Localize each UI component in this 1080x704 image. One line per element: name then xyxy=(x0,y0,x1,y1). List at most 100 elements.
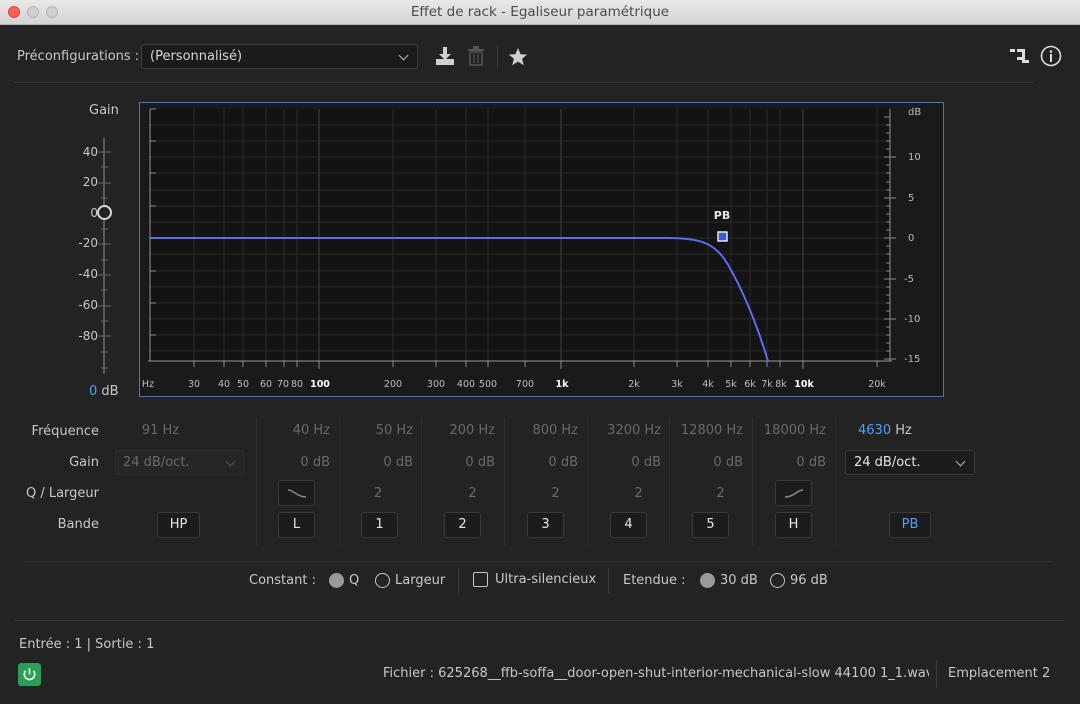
l-shape-button[interactable] xyxy=(278,480,315,506)
hp-slope-value: 24 dB/oct. xyxy=(123,455,190,470)
gain-tick-label: 40 xyxy=(82,145,98,159)
band-2-q[interactable]: 2 xyxy=(425,486,520,501)
column-separator xyxy=(504,418,505,546)
hp-frequency[interactable]: 91 Hz xyxy=(118,423,203,438)
download-icon[interactable] xyxy=(434,46,456,66)
footer-divider xyxy=(936,660,937,688)
h-band-button[interactable]: H xyxy=(775,512,812,538)
chevron-down-icon xyxy=(955,456,966,467)
band-4-q[interactable]: 2 xyxy=(591,486,686,501)
band-5-gain[interactable]: 0 dB xyxy=(673,455,743,470)
pb-frequency-unit: Hz xyxy=(895,423,912,438)
row-label-gain: Gain xyxy=(69,455,99,470)
band-1-gain[interactable]: 0 dB xyxy=(343,455,413,470)
band-3-gain[interactable]: 0 dB xyxy=(508,455,578,470)
l-band-button[interactable]: L xyxy=(278,512,315,538)
pb-node-label: PB xyxy=(714,209,730,222)
gain-slider-ticks xyxy=(98,151,111,369)
ultra-quiet-label[interactable]: Ultra-silencieux xyxy=(495,572,596,587)
presets-label: Préconfigurations : xyxy=(17,49,140,64)
constant-width-label[interactable]: Largeur xyxy=(395,573,445,588)
band-3-frequency[interactable]: 800 Hz xyxy=(508,423,578,438)
band-4-frequency[interactable]: 3200 Hz xyxy=(591,423,661,438)
gain-value[interactable]: 0 xyxy=(89,384,97,399)
l-frequency[interactable]: 40 Hz xyxy=(260,423,330,438)
band-1-frequency[interactable]: 50 Hz xyxy=(343,423,413,438)
constant-q-radio[interactable] xyxy=(329,573,344,588)
range-30db-radio[interactable] xyxy=(700,573,715,588)
right-tick-label: 0 xyxy=(908,233,914,244)
constant-label: Constant : xyxy=(249,573,316,588)
chevron-down-icon xyxy=(398,50,409,61)
column-separator xyxy=(339,418,340,546)
low-shelf-icon xyxy=(287,489,306,498)
l-gain[interactable]: 0 dB xyxy=(260,455,330,470)
column-separator xyxy=(421,418,422,546)
h-shape-button[interactable] xyxy=(775,480,812,506)
band-4-gain[interactable]: 0 dB xyxy=(591,455,661,470)
range-30db-label[interactable]: 30 dB xyxy=(720,573,758,588)
gain-readout: 0 dB xyxy=(89,384,119,399)
hp-slope-select[interactable]: 24 dB/oct. xyxy=(115,450,244,475)
gain-tick-label: -20 xyxy=(78,236,98,250)
freq-tick-label: 4k xyxy=(702,379,714,390)
freq-tick-label: 100 xyxy=(310,379,330,390)
toolbar-divider xyxy=(497,46,498,68)
freq-tick-label: 2k xyxy=(628,379,640,390)
freq-tick-label: 8k xyxy=(775,379,787,390)
column-separator xyxy=(256,418,257,546)
band-2-gain[interactable]: 0 dB xyxy=(425,455,495,470)
h-gain[interactable]: 0 dB xyxy=(756,455,826,470)
freq-tick-label: 80 xyxy=(291,379,303,390)
band-4-button[interactable]: 4 xyxy=(610,512,647,538)
window-title: Effet de rack - Egaliseur paramétrique xyxy=(410,4,670,20)
band-5-frequency[interactable]: 12800 Hz xyxy=(673,423,743,438)
freq-tick-label: 10k xyxy=(794,379,814,390)
range-96db-label[interactable]: 96 dB xyxy=(790,573,828,588)
trash-icon[interactable] xyxy=(467,46,485,66)
eq-graph-canvas[interactable]: PB dB 10 5 0 -5 -10 -15 Hz 30 40 50 60 7… xyxy=(140,103,942,395)
freq-tick-label: 400 xyxy=(457,379,475,390)
band-1-q[interactable]: 2 xyxy=(343,486,413,501)
band-5-q[interactable]: 2 xyxy=(673,486,768,501)
constant-q-label[interactable]: Q xyxy=(349,573,359,588)
range-96db-radio[interactable] xyxy=(770,573,785,588)
gain-tick-label: -60 xyxy=(78,298,98,312)
pb-band-node[interactable] xyxy=(717,231,728,242)
band-5-button[interactable]: 5 xyxy=(692,512,729,538)
pb-band-button[interactable]: PB xyxy=(889,512,931,538)
right-axis-unit: dB xyxy=(908,107,921,118)
presets-select[interactable]: (Personnalisé) xyxy=(141,44,418,69)
column-separator xyxy=(835,418,836,546)
hp-band-button[interactable]: HP xyxy=(157,512,200,538)
info-icon[interactable] xyxy=(1040,45,1062,67)
pb-slope-value: 24 dB/oct. xyxy=(854,455,921,470)
column-separator xyxy=(752,418,753,546)
band-2-frequency[interactable]: 200 Hz xyxy=(425,423,495,438)
rack-effect-window: Effet de rack - Egaliseur paramétrique P… xyxy=(0,0,1080,704)
ultra-quiet-checkbox[interactable] xyxy=(473,572,488,587)
row-label-q-width: Q / Largeur xyxy=(25,486,99,501)
slot-label: Emplacement 2 xyxy=(948,666,1051,681)
band-2-button[interactable]: 2 xyxy=(444,512,481,538)
routing-icon[interactable] xyxy=(1009,46,1031,66)
gain-slider-title: Gain xyxy=(89,103,119,118)
freq-tick-label: 5k xyxy=(725,379,737,390)
power-button[interactable] xyxy=(18,663,41,686)
h-frequency[interactable]: 18000 Hz xyxy=(756,423,826,438)
gain-slider-handle[interactable] xyxy=(97,205,112,220)
eq-graph[interactable]: PB dB 10 5 0 -5 -10 -15 Hz 30 40 50 60 7… xyxy=(139,102,944,397)
constant-width-radio[interactable] xyxy=(375,573,390,588)
freq-tick-label: 70 xyxy=(277,379,289,390)
pb-slope-select[interactable]: 24 dB/oct. xyxy=(845,450,975,475)
pb-frequency-value[interactable]: 4630 xyxy=(858,423,891,438)
presets-value: (Personnalisé) xyxy=(150,49,243,64)
band-3-button[interactable]: 3 xyxy=(527,512,564,538)
freq-tick-label: 6k xyxy=(744,379,756,390)
band-3-q[interactable]: 2 xyxy=(508,486,603,501)
star-icon[interactable] xyxy=(508,47,528,67)
band-1-button[interactable]: 1 xyxy=(361,512,398,538)
right-tick-label: 5 xyxy=(908,193,914,204)
io-channels: Entrée : 1 | Sortie : 1 xyxy=(19,637,155,652)
options-divider xyxy=(458,568,459,593)
